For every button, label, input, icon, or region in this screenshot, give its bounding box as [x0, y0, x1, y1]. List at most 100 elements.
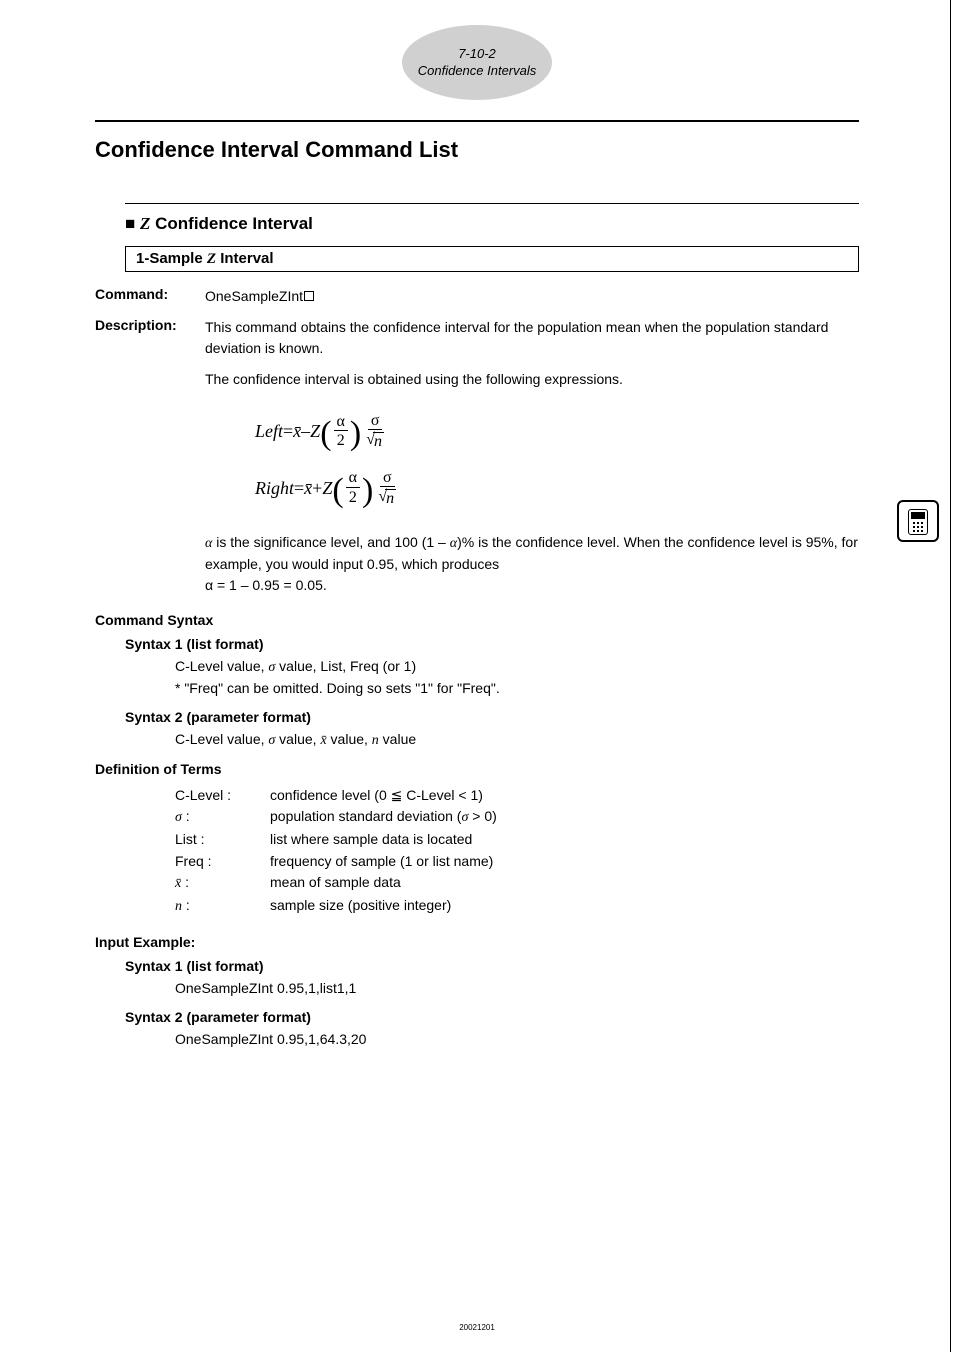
frac-sigma-rootn2: σ √n — [375, 469, 399, 508]
alpha-text-1b: is the significance level, and 100 (1 – — [212, 534, 449, 550]
formula-right-lhs: Right — [255, 465, 294, 512]
minus: – — [301, 408, 310, 455]
z-confidence-heading: ■ Z Confidence Interval — [125, 214, 859, 234]
ie-syntax2-val: OneSampleZInt 0.95,1,64.3,20 — [175, 1029, 859, 1050]
calculator-icon-keys — [913, 522, 923, 532]
calculator-icon-inner — [908, 509, 928, 535]
n-under-root2: n — [385, 489, 396, 508]
page-title: Confidence Interval Command List — [95, 137, 859, 163]
term-key-freq: Freq : — [175, 851, 270, 873]
terms-table: C-Level : confidence level (0 ≦ C-Level … — [175, 785, 859, 918]
n-under-root: n — [373, 432, 384, 451]
syntax1-content: C-Level value, σ value, List, Freq (or 1… — [175, 656, 859, 699]
frac-sigma-rootn: σ √n — [363, 412, 387, 451]
section-rule — [125, 203, 859, 204]
syntax2-a: C-Level value, — [175, 731, 268, 747]
frac-alpha-2: α 2 — [334, 413, 348, 451]
eq: = — [283, 408, 293, 455]
input-example-head: Input Example: — [95, 934, 859, 950]
term-val-n: sample size (positive integer) — [270, 895, 451, 918]
xbar2: x̄ — [304, 465, 312, 512]
description-row: Description: This command obtains the co… — [95, 317, 859, 359]
term-row-sigma: σ : population standard deviation (σ > 0… — [175, 806, 859, 829]
command-row: Command: OneSampleZInt — [95, 286, 859, 307]
frac-alpha-2b: α 2 — [346, 469, 360, 507]
method-z: Z — [207, 251, 216, 267]
description-p1: This command obtains the confidence inte… — [205, 317, 859, 359]
page-right-border — [950, 0, 951, 1352]
term-val-sigma: population standard deviation (σ > 0) — [270, 806, 497, 829]
formula-right: Right = x̄ + Z ( α 2 ) σ √n — [255, 465, 859, 512]
ie-syntax2-head: Syntax 2 (parameter format) — [125, 1009, 859, 1025]
term-key-n: n : — [175, 895, 270, 918]
term-row-clevel: C-Level : confidence level (0 ≦ C-Level … — [175, 785, 859, 807]
term-sigma-va: population standard deviation ( — [270, 808, 461, 824]
term-sigma-colon: : — [182, 808, 190, 824]
term-row-n: n : sample size (positive integer) — [175, 895, 859, 918]
method-suffix: Interval — [216, 250, 274, 267]
ie-syntax1-head: Syntax 1 (list format) — [125, 958, 859, 974]
command-value: OneSampleZInt — [205, 286, 859, 307]
plus: + — [312, 465, 322, 512]
z-var: Z — [140, 214, 150, 233]
two-den2: 2 — [346, 488, 360, 507]
rootn-den: √n — [363, 430, 387, 451]
term-row-list: List : list where sample data is located — [175, 829, 859, 851]
formula-left-lhs: Left — [255, 408, 283, 455]
command-suffix-box-icon — [304, 291, 314, 301]
term-n-sym: n — [175, 899, 182, 914]
alpha-num2: α — [346, 469, 360, 488]
Z: Z — [310, 408, 320, 455]
eq2: = — [294, 465, 304, 512]
Z2: Z — [322, 465, 332, 512]
syntax1-head: Syntax 1 (list format) — [125, 636, 859, 652]
syntax2-c: value, — [327, 731, 372, 747]
command-name: OneSampleZInt — [205, 288, 303, 304]
method-name-box: 1-Sample Z Interval — [125, 246, 859, 272]
term-row-xbar: x̄ : mean of sample data — [175, 872, 859, 895]
term-val-freq: frequency of sample (1 or list name) — [270, 851, 493, 873]
term-sigma-sym: σ — [175, 810, 182, 825]
alpha-explanation: α is the significance level, and 100 (1 … — [205, 532, 859, 596]
term-key-clevel: C-Level : — [175, 785, 270, 807]
syntax2-content: C-Level value, σ value, x̄ value, n valu… — [175, 729, 859, 751]
sigma-num: σ — [368, 412, 383, 431]
bullet-square: ■ — [125, 214, 140, 233]
method-prefix: 1-Sample — [136, 250, 207, 267]
page-number: 7-10-2 — [458, 46, 496, 63]
description-p2: The confidence interval is obtained usin… — [205, 369, 859, 390]
command-label: Command: — [95, 286, 205, 307]
calculator-icon — [897, 500, 939, 542]
title-rule — [95, 120, 859, 122]
syntax2-d: value — [379, 731, 416, 747]
term-n-colon: : — [182, 897, 190, 913]
alpha-text-2: α = 1 – 0.95 = 0.05. — [205, 577, 327, 593]
sigma-num2: σ — [380, 469, 395, 488]
syntax1-1b: value, List, Freq (or 1) — [275, 658, 416, 674]
definition-of-terms-head: Definition of Terms — [95, 761, 859, 777]
two-den: 2 — [334, 431, 348, 450]
description-label: Description: — [95, 317, 205, 359]
term-key-list: List : — [175, 829, 270, 851]
syntax1-2: * "Freq" can be omitted. Doing so sets "… — [175, 680, 500, 696]
term-sigma-vb: > 0) — [468, 808, 496, 824]
syntax1-1a: C-Level value, — [175, 658, 268, 674]
ie-syntax1-val: OneSampleZInt 0.95,1,list1,1 — [175, 978, 859, 999]
syntax2-head: Syntax 2 (parameter format) — [125, 709, 859, 725]
rootn-den2: √n — [375, 487, 399, 508]
syntax2-n: n — [372, 733, 379, 748]
term-row-freq: Freq : frequency of sample (1 or list na… — [175, 851, 859, 873]
formula-left: Left = x̄ – Z ( α 2 ) σ √n — [255, 408, 859, 455]
z-heading-text: Confidence Interval — [150, 214, 312, 233]
term-key-sigma: σ : — [175, 806, 270, 829]
term-val-list: list where sample data is located — [270, 829, 472, 851]
formula-block: Left = x̄ – Z ( α 2 ) σ √n Right = x̄ + … — [255, 408, 859, 512]
page-section-title: Confidence Intervals — [418, 63, 537, 80]
xbar: x̄ — [293, 408, 301, 455]
term-key-xbar: x̄ : — [175, 872, 270, 895]
alpha-num: α — [334, 413, 348, 432]
term-val-clevel: confidence level (0 ≦ C-Level < 1) — [270, 785, 483, 807]
command-syntax-head: Command Syntax — [95, 612, 859, 628]
term-xbar-colon: : — [181, 874, 189, 890]
alpha-sym-2: α — [450, 536, 457, 551]
